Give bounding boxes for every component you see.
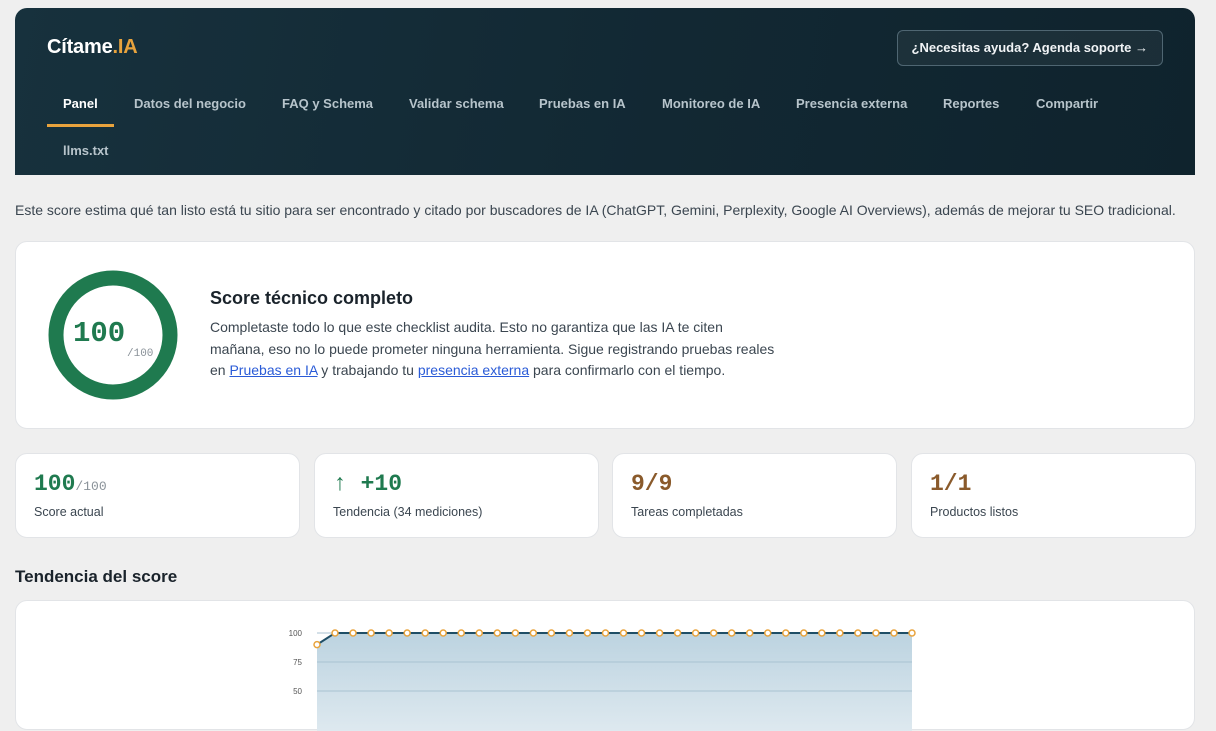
logo-main: Cítame [47,36,113,58]
chart-point [745,629,754,637]
nav-tab-presencia-externa[interactable]: Presencia externa [780,82,923,127]
chart-point [565,629,574,637]
chart-point [511,629,520,637]
nav-tab-monitoreo-ia[interactable]: Monitoreo de IA [646,82,776,127]
desc-part-2: y trabajando tu [317,362,418,378]
chart-point [727,629,736,637]
chart-point [655,629,664,637]
chart-point [421,629,429,637]
stat-card-trend: ↑ +10 Tendencia (34 mediciones) [314,453,599,538]
chart-point [439,629,447,637]
chart-point [403,629,411,637]
chart-point [782,629,790,637]
chart-point [691,629,700,637]
chart-point [475,629,484,637]
stat-value-trend: ↑ +10 [333,471,403,497]
nav-tab-faq-schema[interactable]: FAQ y Schema [266,82,389,127]
chart-point [367,629,375,637]
chart-point [619,629,628,637]
stat-score-suffix: /100 [75,479,107,494]
nav-tab-reportes[interactable]: Reportes [927,82,1015,127]
nav-tab-compartir[interactable]: Compartir [1020,82,1114,127]
desc-part-3: para confirmarlo con el tiempo. [529,362,726,378]
chart-point [457,629,465,637]
stat-card-score: 100/100 Score actual [15,453,300,538]
link-presencia-externa[interactable]: presencia externa [418,362,529,378]
chart-y-tick-label: 75 [293,658,302,667]
chart-point [637,629,646,637]
trend-chart: 100 75 50 [289,629,916,731]
chart-point [583,629,592,637]
chart-point [800,629,808,637]
trend-section-title: Tendencia del score [15,567,178,586]
trend-chart-card: 100 75 50 [15,600,1195,731]
chart-point [872,629,880,637]
nav-tab-panel[interactable]: Panel [47,82,114,127]
chart-point [836,629,844,637]
chart-y-tick-label: 100 [289,629,303,638]
app-header: Cítame.IA ¿Necesitas ayuda? Agenda sopor… [15,8,1195,175]
intro-text: Este score estima qué tan listo está tu … [15,202,1176,218]
chart-point [709,629,718,637]
link-pruebas-ia[interactable]: Pruebas en IA [229,362,317,378]
stat-label-trend: Tendencia (34 mediciones) [333,505,483,519]
stat-label-tasks: Tareas completadas [631,505,743,519]
chart-point [854,629,862,637]
stat-card-tasks: 9/9 Tareas completadas [612,453,897,538]
chart-point [313,640,321,649]
stat-label-score: Score actual [34,505,104,519]
chart-point [493,629,502,637]
stat-label-products: Productos listos [930,505,1019,519]
stat-card-products: 1/1 Productos listos [911,453,1196,538]
score-card: 100 /100 Score técnico completo Completa… [15,241,1195,429]
chart-point [529,629,538,637]
nav-tab-llms-txt[interactable]: llms.txt [47,129,125,174]
nav-tab-pruebas-ia[interactable]: Pruebas en IA [523,82,642,127]
nav-tab-datos-negocio[interactable]: Datos del negocio [118,82,262,127]
support-button[interactable]: ¿Necesitas ayuda? Agenda soporte → [896,30,1163,66]
chart-area [317,633,912,731]
chart-point [547,629,556,637]
chart-point [818,629,826,637]
score-title: Score técnico completo [210,288,414,308]
stat-value-score: 100/100 [34,471,107,497]
chart-point [673,629,682,637]
chart-point [908,629,916,637]
logo-accent: .IA [112,36,138,58]
chart-point [890,629,898,637]
nav-tab-validar-schema[interactable]: Validar schema [393,82,520,127]
score-max: /100 [127,348,154,360]
chart-point [601,629,610,637]
score-description: Completaste todo lo que este checklist a… [210,317,780,382]
score-value: 100 [73,317,126,350]
chart-y-tick-label: 50 [293,687,302,696]
chart-point [331,629,339,637]
chart-point [349,629,357,637]
stat-value-tasks: 9/9 [631,471,673,497]
chart-point [385,629,393,637]
chart-point [764,629,772,637]
stat-value-products: 1/1 [930,471,972,497]
app-logo[interactable]: Cítame.IA [47,36,138,59]
stat-score-number: 100 [34,471,76,497]
